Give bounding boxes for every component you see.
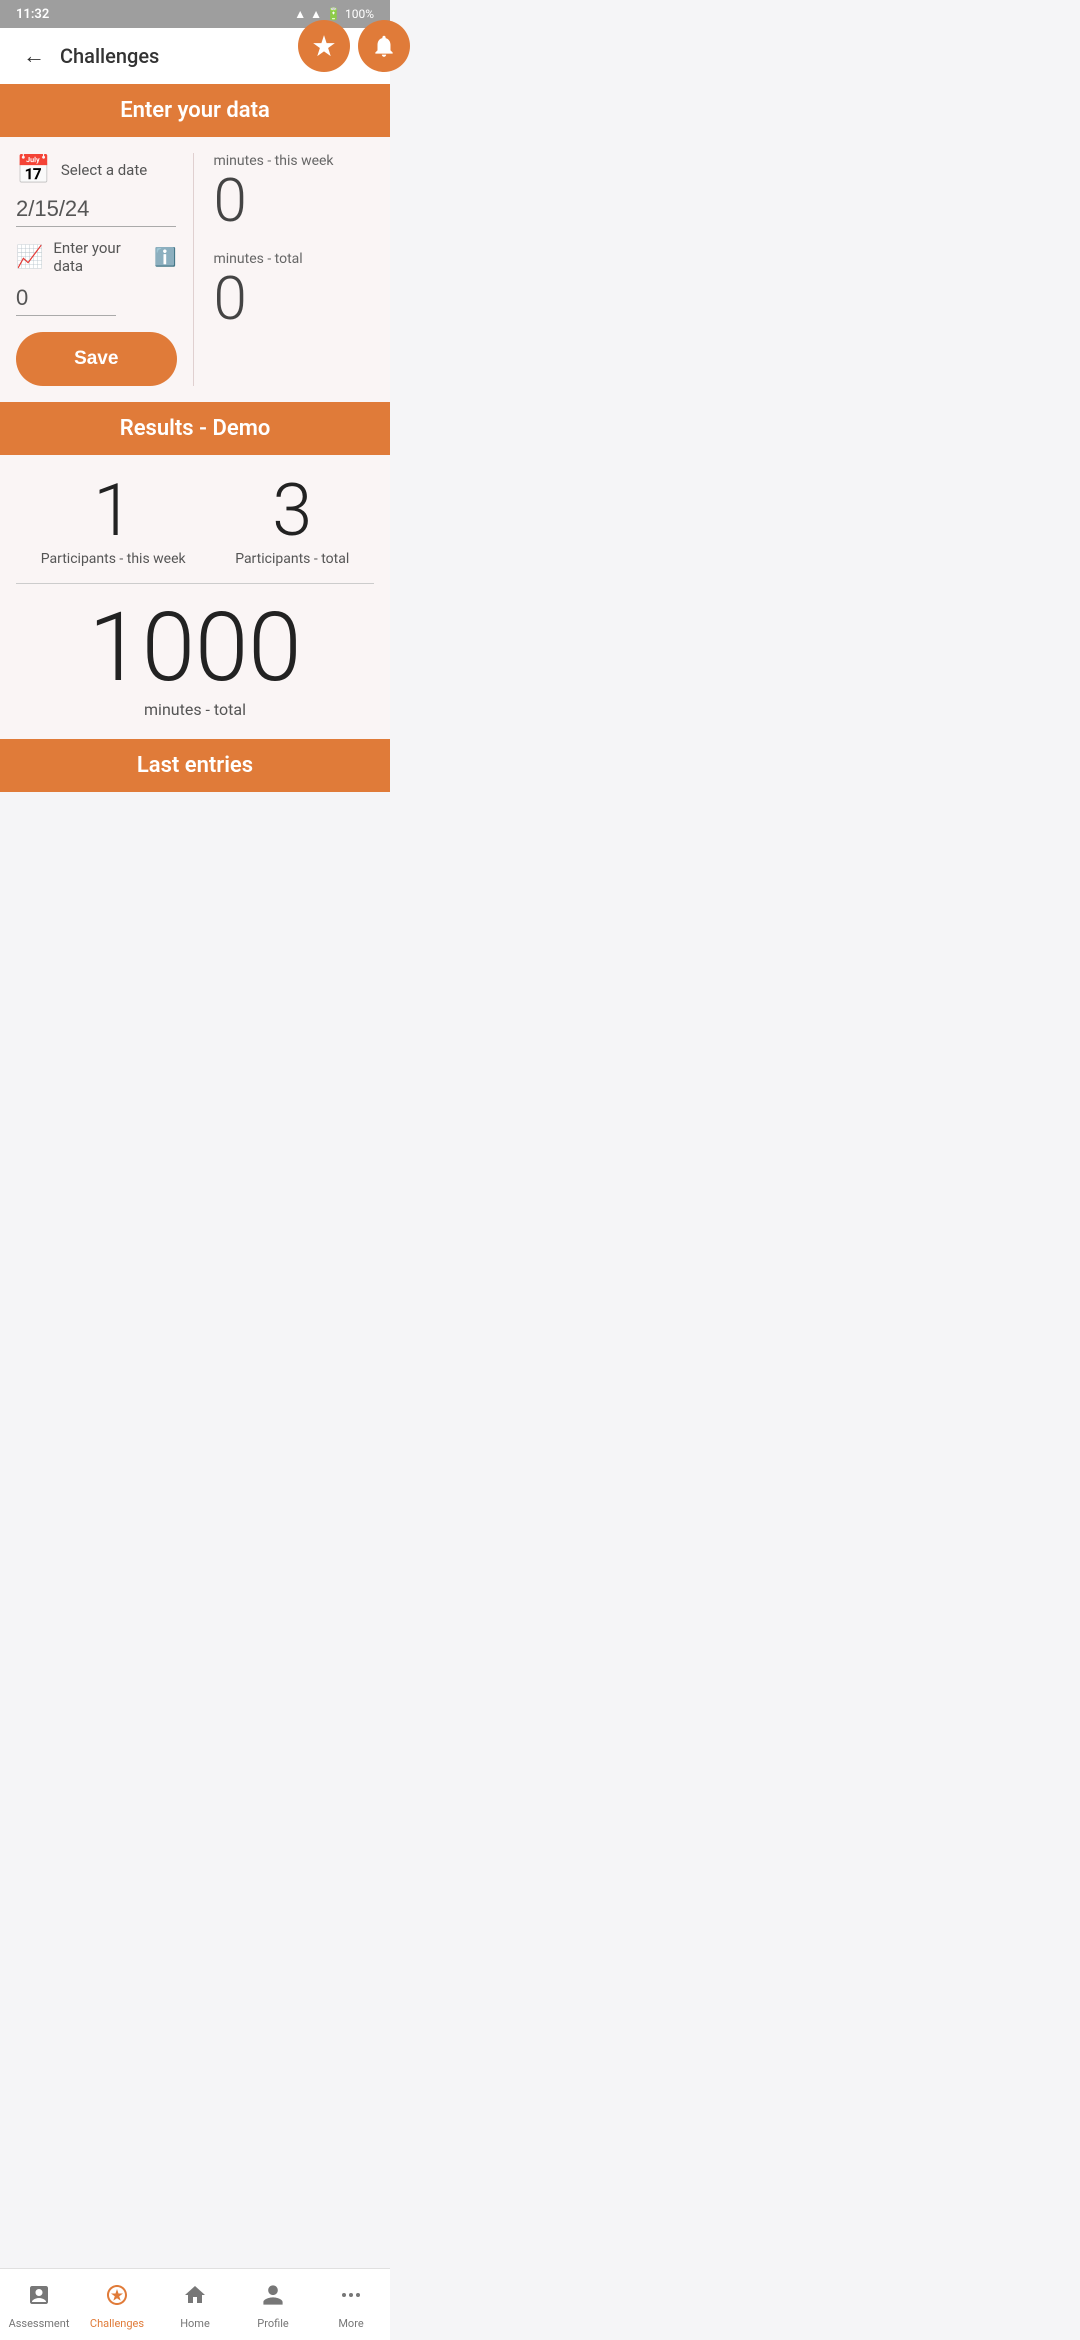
date-row: 📅 Select a date	[16, 153, 177, 186]
data-entry-label: Enter your data	[53, 239, 144, 275]
enter-data-header: Enter your data	[0, 84, 390, 137]
back-icon: ←	[23, 43, 45, 69]
enter-data-title: Enter your data	[120, 98, 270, 123]
more-icon	[339, 2283, 363, 2313]
last-entries-header: Last entries	[0, 739, 390, 792]
status-time: 11:32	[16, 7, 49, 22]
notification-button[interactable]	[358, 20, 410, 72]
minutes-this-week-value: 0	[214, 171, 247, 231]
results-section: 1 Participants - this week 3 Participant…	[0, 455, 390, 739]
back-button[interactable]: ←	[16, 38, 52, 74]
battery-icon: 🔋	[326, 7, 341, 21]
assessment-icon	[27, 2283, 51, 2313]
save-button[interactable]: Save	[16, 332, 177, 386]
nav-item-more[interactable]: More	[312, 2269, 390, 2340]
calendar-icon: 📅	[16, 153, 51, 186]
participants-this-week-label: Participants - this week	[41, 551, 186, 567]
chart-icon: 📈	[16, 245, 43, 270]
divider	[16, 583, 374, 584]
right-panel: minutes - this week 0 minutes - total 0	[194, 153, 375, 386]
results-header: Results - Demo	[0, 402, 390, 455]
header-actions	[298, 20, 410, 72]
last-entries-title: Last entries	[137, 753, 253, 778]
minutes-total-group: minutes - total 0	[214, 251, 375, 329]
nav-item-challenges[interactable]: Challenges	[78, 2269, 156, 2340]
badge-icon	[311, 33, 337, 59]
left-panel: 📅 Select a date 📈 Enter your data ℹ️ Sav…	[16, 153, 194, 386]
data-row: 📈 Enter your data ℹ️	[16, 239, 177, 275]
nav-label-assessment: Assessment	[9, 2317, 70, 2330]
participants-this-week: 1 Participants - this week	[41, 475, 186, 567]
big-stat-label: minutes - total	[144, 700, 246, 719]
nav-label-challenges: Challenges	[90, 2317, 144, 2330]
home-icon	[183, 2283, 207, 2313]
date-label: Select a date	[61, 161, 147, 179]
nav-label-profile: Profile	[257, 2317, 288, 2330]
battery-percent: 100%	[345, 7, 374, 21]
results-title: Results - Demo	[120, 416, 271, 441]
nav-item-profile[interactable]: Profile	[234, 2269, 312, 2340]
enter-data-section: 📅 Select a date 📈 Enter your data ℹ️ Sav…	[0, 137, 390, 402]
big-stat-group: 1000 minutes - total	[16, 600, 374, 719]
status-icons: ▲ ▲ 🔋 100%	[294, 7, 374, 21]
date-input[interactable]	[16, 192, 176, 227]
minutes-this-week-group: minutes - this week 0	[214, 153, 375, 231]
nav-item-assessment[interactable]: Assessment	[0, 2269, 78, 2340]
participants-total-label: Participants - total	[235, 551, 349, 567]
bottom-nav: Assessment Challenges Home Profile More	[0, 2268, 390, 2340]
notification-icon	[371, 33, 397, 59]
challenges-icon	[105, 2283, 129, 2313]
participants-total-value: 3	[272, 475, 312, 547]
wifi-icon: ▲	[294, 7, 306, 21]
participants-row: 1 Participants - this week 3 Participant…	[16, 475, 374, 567]
minutes-total-value: 0	[214, 269, 247, 329]
participants-total: 3 Participants - total	[235, 475, 349, 567]
signal-icon: ▲	[310, 7, 322, 21]
participants-this-week-value: 1	[93, 475, 133, 547]
nav-item-home[interactable]: Home	[156, 2269, 234, 2340]
nav-label-more: More	[338, 2317, 363, 2330]
data-input[interactable]	[16, 281, 116, 316]
badge-button[interactable]	[298, 20, 350, 72]
big-stat-value: 1000	[89, 600, 302, 696]
header: ← Challenges	[0, 28, 390, 84]
info-icon[interactable]: ℹ️	[154, 247, 176, 268]
profile-icon	[261, 2283, 285, 2313]
page-title: Challenges	[60, 44, 159, 68]
nav-label-home: Home	[180, 2317, 210, 2330]
